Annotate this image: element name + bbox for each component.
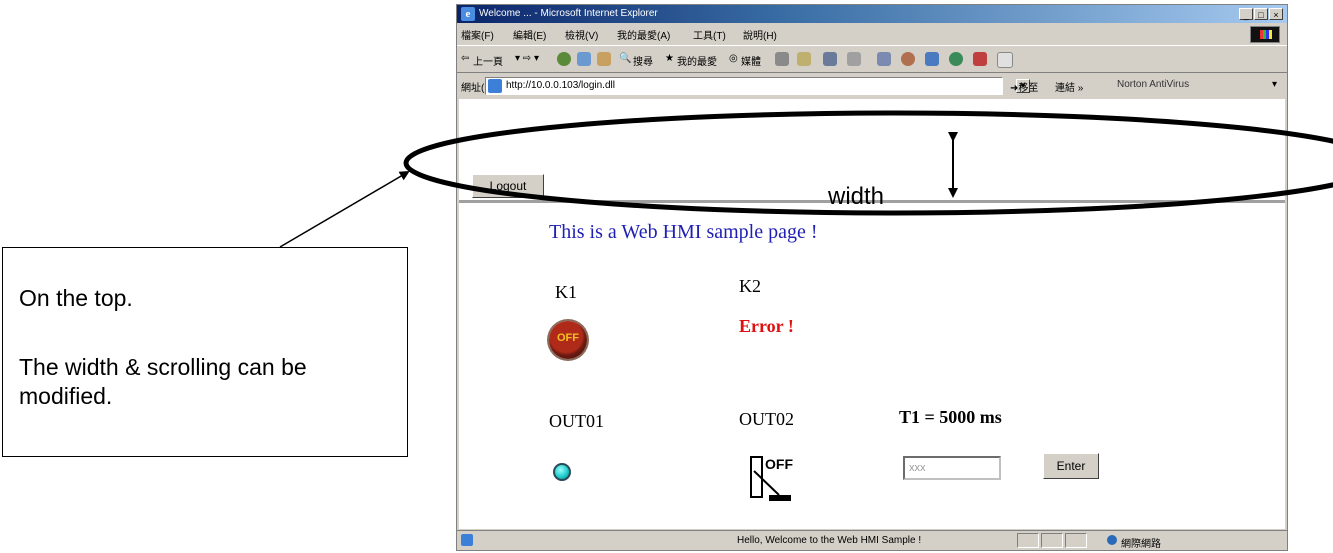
callout-box: On the top. The width & scrolling can be… xyxy=(2,247,408,457)
callout-line1: On the top. xyxy=(19,285,133,311)
callout-line2: The width & scrolling can be modified. xyxy=(19,354,307,409)
width-annotation: width xyxy=(828,183,885,210)
callout-arrow xyxy=(279,170,410,248)
